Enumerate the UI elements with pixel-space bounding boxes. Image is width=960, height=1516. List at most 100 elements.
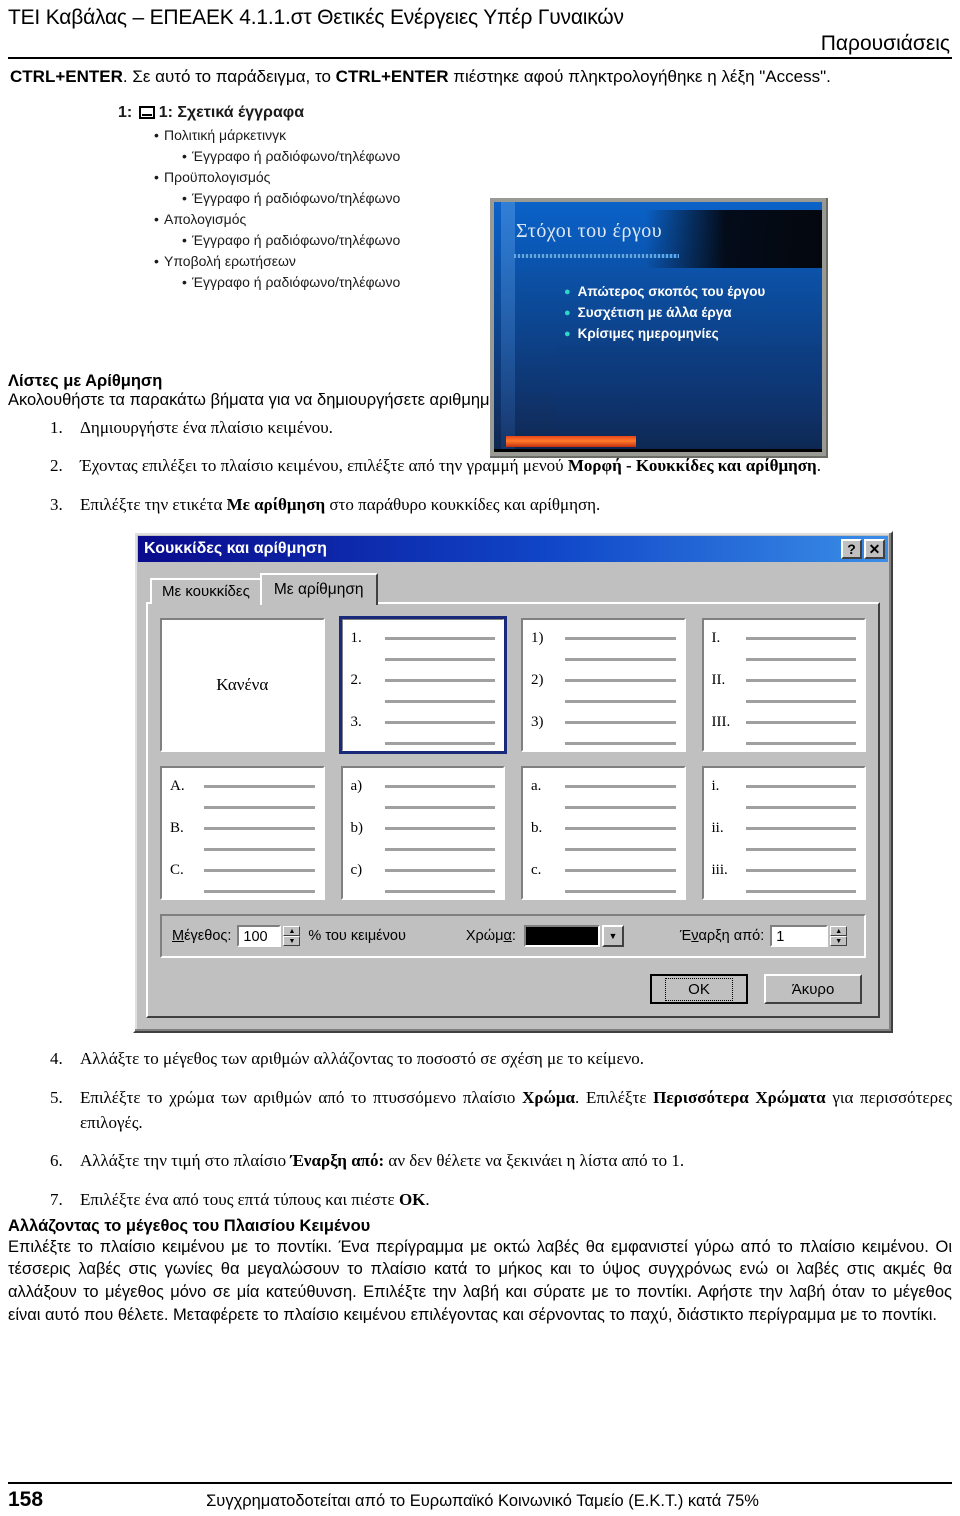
size-input[interactable]: 100 — [237, 925, 282, 948]
style-marker: ii. — [711, 820, 724, 837]
step-item: 5. Επιλέξτε το χρώμα των αριθμών από το π… — [8, 1086, 952, 1135]
step-text: Επιλέξτε ένα από τους επτά τύπους και πι… — [80, 1189, 399, 1209]
close-icon[interactable]: ✕ — [864, 539, 885, 560]
style-line — [384, 820, 495, 837]
outline-item: • Απολογισμός — [154, 212, 478, 226]
style-line — [565, 693, 676, 710]
style-option-numbers[interactable]: 1. 2. 3. — [338, 616, 507, 755]
outline-slide-number: 1: — [118, 103, 133, 121]
style-line — [384, 735, 495, 752]
outline-item-label: Υποβολή ερωτήσεων — [164, 252, 296, 269]
outline-item: • Έγγραφο ή ραδιόφωνο/τηλέφωνο — [182, 191, 478, 205]
style-line — [565, 883, 676, 900]
size-stepper[interactable]: ▲ ▼ — [283, 926, 301, 947]
slide-title: Στόχοι του έργου — [516, 219, 663, 242]
dialog-controls: Μέγεθος: 100 ▲ ▼ % του κειμένου Χρώμα: ▼ … — [160, 914, 866, 959]
style-option-alpha-lower-paren[interactable]: a) b) c) — [340, 766, 505, 901]
style-marker: b. — [531, 820, 543, 837]
slide-left-stripe — [501, 201, 515, 449]
style-line — [745, 735, 856, 752]
section-body-textbox: Επιλέξτε το πλαίσιο κειμένου με το ποντί… — [8, 1237, 952, 1324]
chevron-down-icon[interactable]: ▼ — [601, 925, 624, 948]
style-marker: I. — [711, 630, 721, 647]
style-line — [384, 693, 495, 710]
style-line — [745, 651, 856, 668]
style-marker: 2) — [531, 672, 544, 689]
bullet-icon: • — [154, 252, 159, 269]
stepper-up-icon[interactable]: ▲ — [830, 926, 848, 937]
start-at-label: Έναρξη από: — [679, 928, 765, 945]
style-line — [384, 841, 495, 858]
style-option-alpha-lower[interactable]: a. b. c. — [521, 766, 686, 901]
outline-item: • Έγγραφο ή ραδιόφωνο/τηλέφωνο — [182, 275, 478, 289]
step-number: 2. — [50, 456, 63, 476]
color-picker[interactable]: ▼ — [523, 925, 624, 948]
step-text: Επιλέξτε την ετικέτα — [80, 494, 227, 514]
color-label: Χρώμα: — [465, 928, 516, 945]
outline-item-label: Έγγραφο ή ραδιόφωνο/τηλέφωνο — [192, 273, 401, 290]
help-icon[interactable]: ? — [841, 539, 862, 560]
style-line — [745, 841, 856, 858]
dialog-tabs: Με κουκκίδες Με αρίθμηση — [150, 572, 880, 606]
bullet-icon: • — [182, 273, 187, 290]
style-line — [384, 672, 495, 689]
header-section: Παρουσιάσεις — [820, 32, 950, 55]
style-line — [204, 778, 315, 795]
step-bold: Έναρξη από: — [290, 1151, 385, 1171]
cancel-button[interactable]: Άκυρο — [764, 974, 862, 1005]
slide-bullet-item: Κρίσιμες ημερομηνίες — [564, 326, 765, 341]
step-bold: Μορφή - Κουκκίδες και αρίθμηση — [567, 456, 817, 476]
dialog-button-row: OK Άκυρο — [160, 974, 866, 1005]
intro-paragraph: CTRL+ENTER. Σε αυτό το παράδειγμα, το CT… — [8, 64, 952, 90]
outline-item: • Πολιτική μάρκετινγκ — [154, 128, 478, 142]
intro-text-1: . Σε αυτό το παράδειγμα, το — [122, 67, 336, 86]
numbering-style-grid: Κανένα 1. 2. 3. 1) 2) 3) I. II. III. A. … — [160, 616, 866, 901]
style-line — [745, 883, 856, 900]
step-text: Επιλέξτε το χρώμα των αριθμών από το πτυ… — [80, 1088, 523, 1108]
steps-list-after: 4. Αλλάξτε το μέγεθος των αριθμών αλλάζον… — [8, 1047, 952, 1212]
slide-title-underline — [514, 253, 679, 258]
color-swatch[interactable] — [523, 925, 600, 948]
style-option-label: Κανένα — [216, 675, 269, 695]
step-text-tail: αν δεν θέλετε να ξεκινάει η λίστα από το… — [384, 1151, 685, 1171]
style-option-alpha-upper[interactable]: A. B. C. — [160, 766, 325, 901]
style-line — [745, 820, 856, 837]
stepper-down-icon[interactable]: ▼ — [283, 936, 301, 947]
step-item: 1. Δημιουργήστε ένα πλαίσιο κειμένου. — [8, 416, 952, 441]
step-text: Δημιουργήστε ένα πλαίσιο κειμένου. — [80, 417, 333, 437]
slide-canvas: Στόχοι του έργου Απώτερος σκοπός του έργ… — [494, 201, 822, 452]
tab-numbered[interactable]: Με αρίθμηση — [259, 573, 378, 606]
page-footer: 158 Συγχρηματοδοτείται από το Ευρωπαϊκό … — [8, 1482, 952, 1512]
size-label: Μέγεθος: — [172, 928, 232, 945]
slide-bullet-item: Συσχέτιση με άλλα έργα — [564, 305, 765, 320]
footer-funding-text: Συγχρηματοδοτείται από το Ευρωπαϊκό Κοιν… — [206, 1492, 759, 1510]
style-option-numbers-paren[interactable]: 1) 2) 3) — [521, 618, 686, 753]
header-divider — [8, 57, 952, 59]
outline-item: • Υποβολή ερωτήσεων — [154, 254, 478, 268]
outline-item-label: Προϋπολογισμός — [164, 168, 271, 185]
style-option-roman-upper[interactable]: I. II. III. — [701, 618, 866, 753]
style-option-roman-lower[interactable]: i. ii. iii. — [701, 766, 866, 901]
ok-button[interactable]: OK — [650, 974, 748, 1005]
style-line — [384, 778, 495, 795]
tab-bulleted[interactable]: Με κουκκίδες — [150, 578, 262, 605]
style-marker: 3) — [531, 714, 544, 731]
style-line — [204, 841, 315, 858]
style-marker: i. — [711, 778, 720, 795]
dialog-titlebar: Κουκκίδες και αρίθμηση ? ✕ — [138, 536, 888, 563]
stepper-down-icon[interactable]: ▼ — [830, 936, 848, 947]
style-line — [384, 862, 495, 879]
powerpoint-screenshot: 1: 1: Σχετικά έγγραφα • Πολιτική μάρκετιν… — [8, 98, 952, 458]
style-marker: a) — [350, 778, 363, 795]
section-heading-textbox: Αλλάζοντας το μέγεθος του Πλαισίου Κειμέ… — [8, 1216, 371, 1235]
style-line — [384, 630, 495, 647]
step-number: 7. — [50, 1189, 63, 1209]
style-line — [745, 693, 856, 710]
style-marker: b) — [350, 820, 364, 837]
stepper-up-icon[interactable]: ▲ — [283, 926, 301, 937]
start-at-stepper[interactable]: ▲ ▼ — [830, 926, 848, 947]
start-at-input[interactable]: 1 — [770, 925, 829, 948]
outline-item: • Έγγραφο ή ραδιόφωνο/τηλέφωνο — [182, 233, 478, 247]
style-option-none[interactable]: Κανένα — [160, 618, 325, 753]
style-marker: A. — [170, 778, 185, 795]
